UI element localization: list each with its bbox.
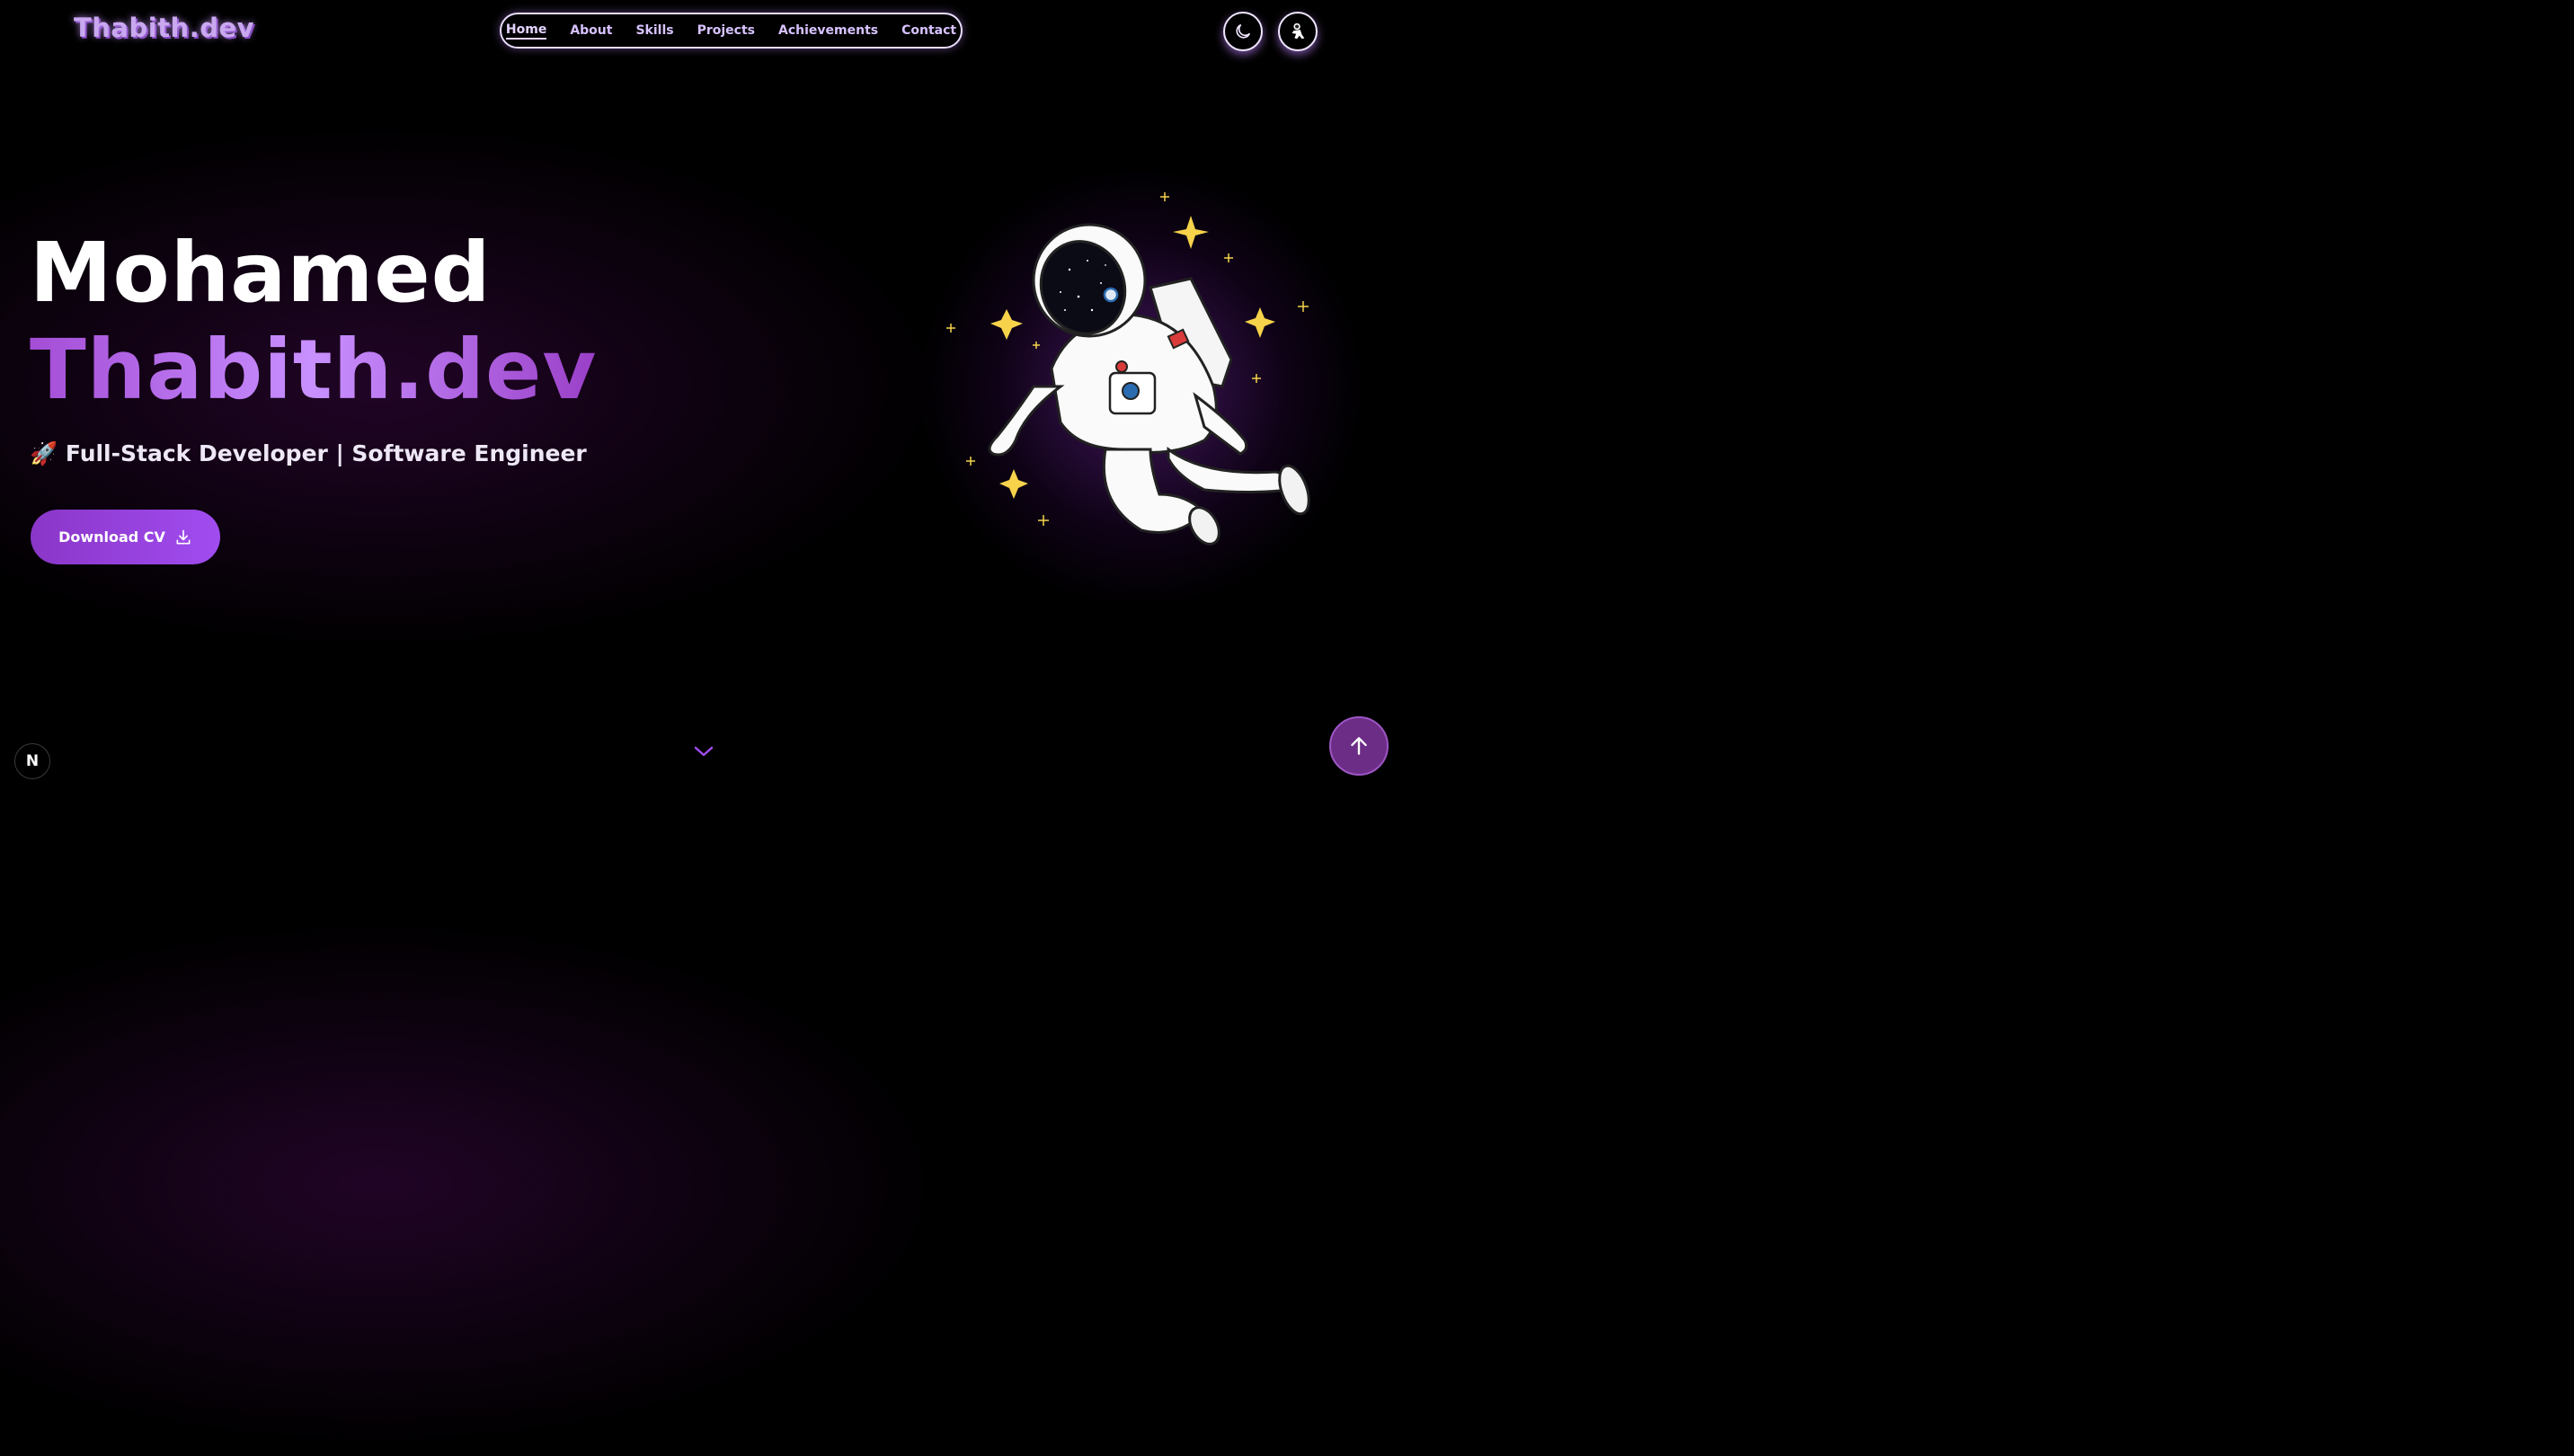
nav-achievements[interactable]: Achievements bbox=[778, 23, 878, 38]
chevron-down-icon[interactable] bbox=[692, 742, 715, 760]
nav-skills[interactable]: Skills bbox=[635, 23, 673, 38]
nav-projects[interactable]: Projects bbox=[697, 23, 755, 38]
hero-second-name: Thabith.dev bbox=[30, 322, 598, 418]
nav-contact[interactable]: Contact bbox=[901, 23, 956, 38]
rocket-emoji: 🚀 bbox=[30, 440, 58, 466]
framework-badge-letter: N bbox=[25, 752, 40, 770]
moon-icon bbox=[1236, 23, 1251, 39]
nav-home[interactable]: Home bbox=[505, 22, 547, 40]
framework-badge[interactable]: N bbox=[14, 743, 50, 779]
astronaut-button[interactable] bbox=[1278, 12, 1318, 51]
arrow-up-icon bbox=[1351, 737, 1367, 755]
download-cv-label: Download CV bbox=[58, 528, 165, 546]
main-nav: Home About Skills Projects Achievements … bbox=[500, 13, 963, 49]
download-cv-button[interactable]: Download CV bbox=[31, 510, 220, 564]
site-logo[interactable]: Thabith.dev bbox=[74, 13, 254, 43]
download-icon bbox=[176, 529, 191, 544]
back-to-top-button[interactable] bbox=[1329, 716, 1389, 776]
theme-toggle-button[interactable] bbox=[1223, 12, 1263, 51]
astronaut-illustration bbox=[946, 192, 1310, 546]
astronaut-icon bbox=[1291, 22, 1305, 40]
hero-subtitle: 🚀 Full-Stack Developer | Software Engine… bbox=[30, 440, 587, 467]
nav-about[interactable]: About bbox=[570, 23, 612, 38]
hero-first-name: Mohamed bbox=[30, 225, 492, 321]
subtitle-text: Full-Stack Developer | Software Engineer bbox=[65, 440, 587, 466]
